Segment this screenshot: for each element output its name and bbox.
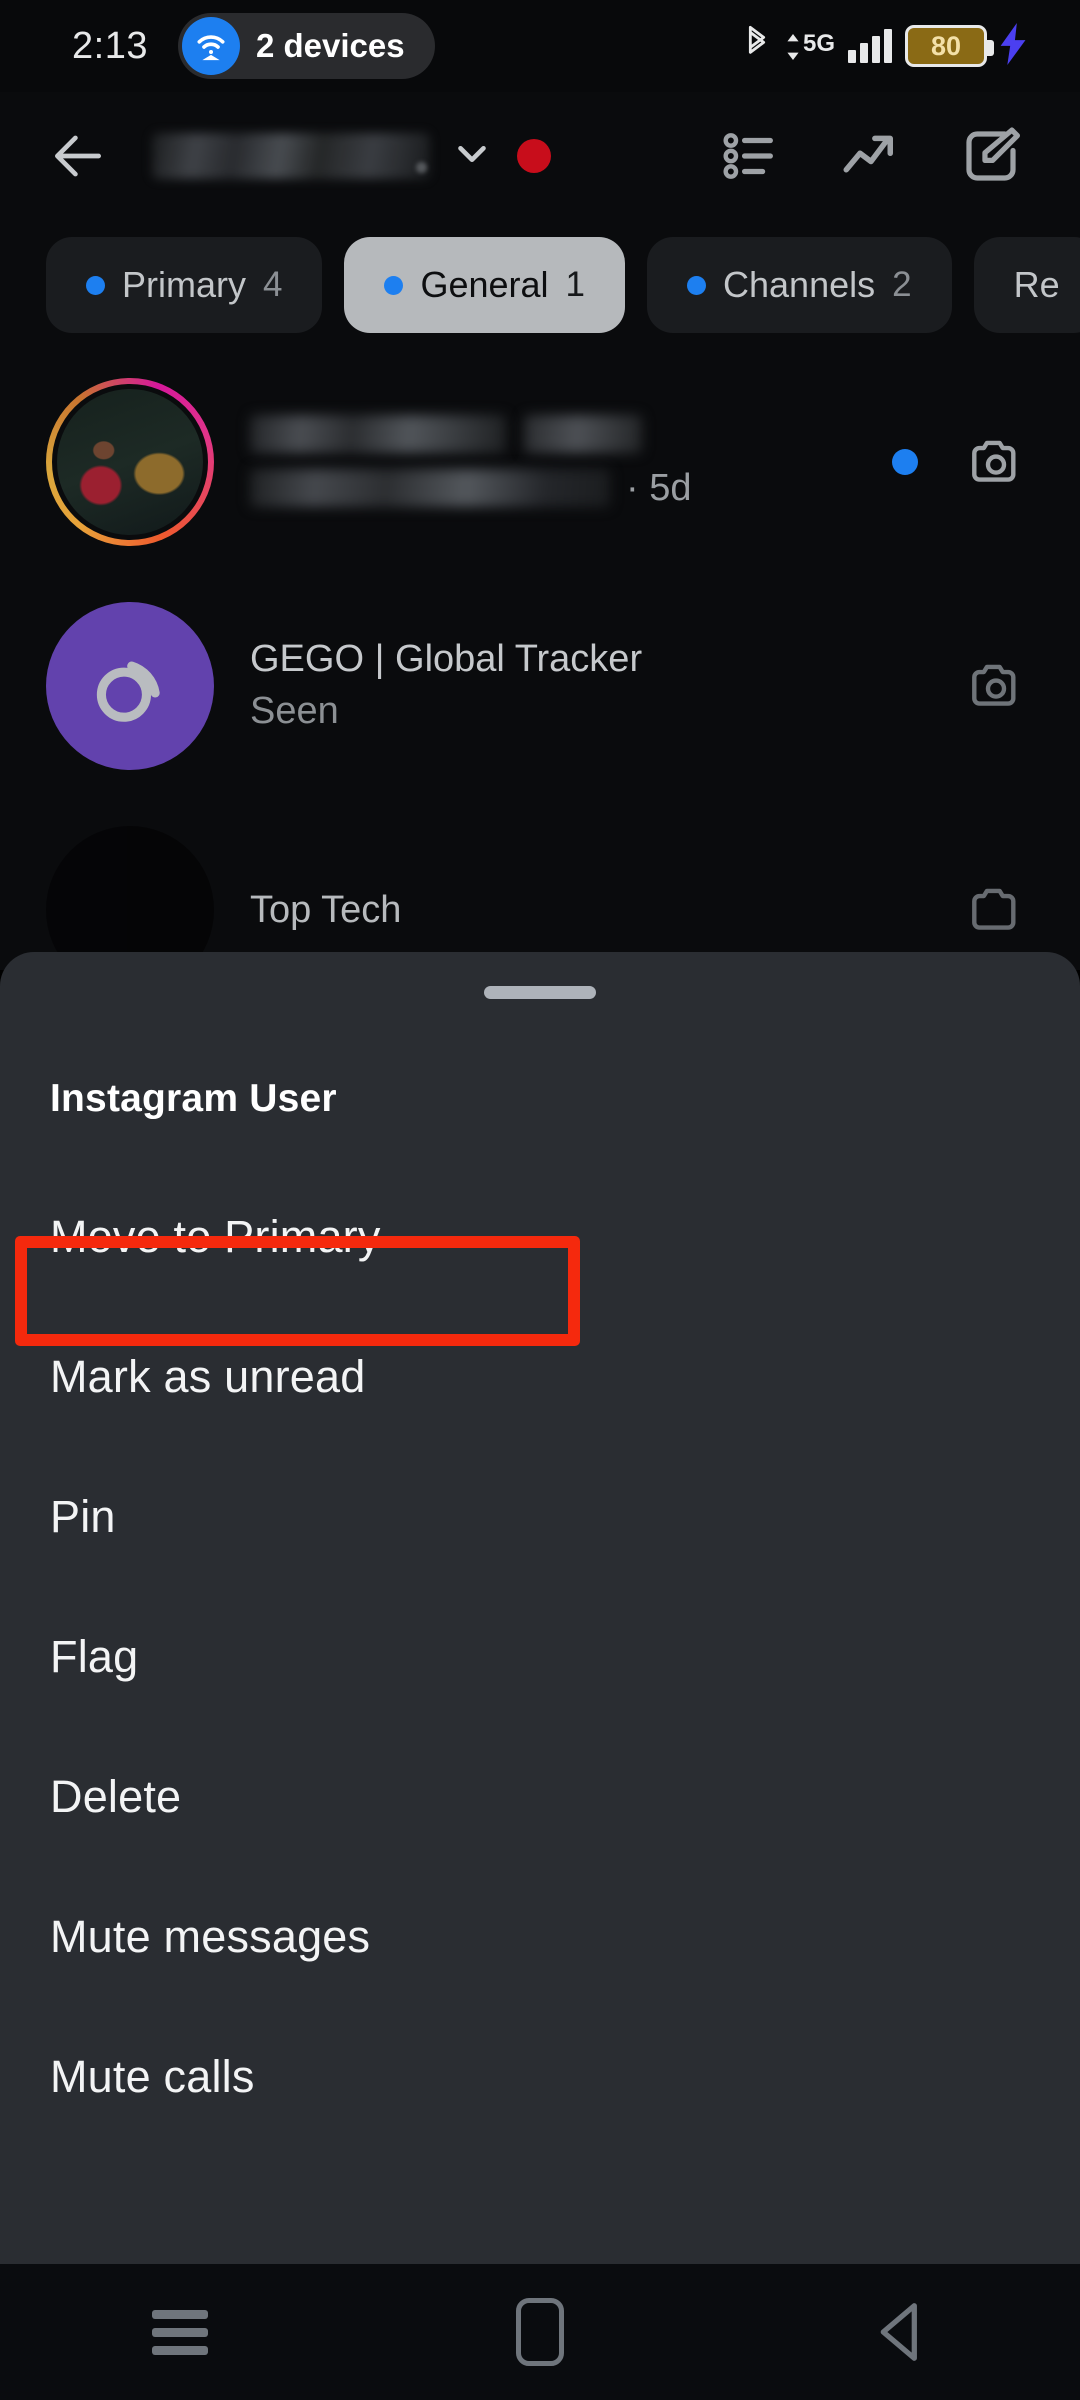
home-square-icon[interactable] bbox=[480, 2277, 600, 2387]
inbox-tab-bar[interactable]: Primary 4 General 1 Channels 2 Re bbox=[0, 220, 1080, 350]
menu-item-move-to-primary[interactable]: Move to Primary bbox=[0, 1167, 1080, 1307]
trending-up-icon[interactable] bbox=[838, 123, 904, 189]
purple-spiral-logo-avatar[interactable] bbox=[46, 602, 214, 770]
tab-label: Re bbox=[1013, 264, 1060, 305]
tab-count: 2 bbox=[892, 265, 912, 304]
chat-text: GEGO | Global Tracker Seen bbox=[250, 636, 918, 737]
status-clock: 2:13 bbox=[72, 24, 148, 67]
chat-preview-redacted bbox=[250, 469, 610, 507]
compose-edit-icon[interactable] bbox=[958, 123, 1024, 189]
camera-icon[interactable] bbox=[958, 648, 1034, 724]
menu-item-flag[interactable]: Flag bbox=[0, 1587, 1080, 1727]
chat-list: · 5d GEGO | Global Tracker Seen Top Tech bbox=[0, 350, 1080, 994]
account-switcher[interactable] bbox=[152, 131, 551, 182]
chat-name-redacted-2 bbox=[524, 414, 642, 453]
menu-item-delete[interactable]: Delete bbox=[0, 1727, 1080, 1867]
network-type-label: 5G bbox=[802, 30, 835, 57]
tab-label: Channels bbox=[723, 264, 876, 305]
android-nav-bar bbox=[0, 2262, 1080, 2400]
tab-channels[interactable]: Channels 2 bbox=[647, 237, 952, 333]
tab-requests[interactable]: Re bbox=[973, 237, 1080, 333]
tab-label: General bbox=[420, 264, 549, 305]
menu-item-mark-as-unread[interactable]: Mark as unread bbox=[0, 1307, 1080, 1447]
list-item[interactable]: GEGO | Global Tracker Seen bbox=[0, 574, 1080, 798]
chat-name: GEGO | Global Tracker bbox=[250, 637, 643, 680]
chat-name: Top Tech bbox=[250, 888, 402, 931]
tab-dot-icon bbox=[384, 275, 404, 295]
unread-dot-badge bbox=[892, 449, 918, 475]
username-redacted bbox=[152, 133, 430, 179]
data-transfer-arrows-icon: 5G bbox=[785, 32, 835, 60]
action-menu: Move to Primary Mark as unread Pin Flag … bbox=[0, 1167, 1080, 2147]
red-dot-badge bbox=[517, 139, 551, 173]
app-header bbox=[0, 92, 1080, 220]
camera-icon[interactable] bbox=[958, 424, 1034, 500]
hamburger-recents-icon[interactable] bbox=[120, 2277, 240, 2387]
battery-percent-label: 80 bbox=[930, 30, 962, 61]
tab-label: Primary bbox=[122, 264, 246, 305]
status-bar: 2:13 2 devices 5G 80 bbox=[0, 0, 1080, 92]
chat-text: Top Tech bbox=[250, 887, 918, 933]
story-ring-photo-avatar[interactable] bbox=[46, 378, 214, 546]
hotspot-devices-chip[interactable]: 2 devices bbox=[177, 13, 435, 79]
header-actions bbox=[718, 123, 1024, 189]
menu-item-mute-messages[interactable]: Mute messages bbox=[0, 1867, 1080, 2007]
chat-text: · 5d bbox=[250, 414, 864, 510]
username-trailing-dot bbox=[416, 162, 427, 173]
bluetooth-icon bbox=[742, 24, 772, 69]
status-icons: 5G 80 bbox=[742, 22, 1028, 70]
tab-dot-icon bbox=[86, 275, 105, 295]
back-triangle-icon[interactable] bbox=[840, 2277, 960, 2387]
avatar bbox=[52, 384, 208, 540]
menu-item-pin[interactable]: Pin bbox=[0, 1447, 1080, 1587]
charging-bolt-icon bbox=[1000, 22, 1028, 70]
tab-primary[interactable]: Primary 4 bbox=[46, 237, 323, 333]
back-arrow-icon[interactable] bbox=[42, 120, 114, 192]
battery-indicator: 80 bbox=[905, 25, 994, 67]
hotspot-chip-label: 2 devices bbox=[255, 27, 405, 64]
list-icon[interactable] bbox=[718, 123, 784, 189]
tab-count: 1 bbox=[565, 265, 586, 304]
list-item[interactable]: · 5d bbox=[0, 350, 1080, 574]
tab-count: 4 bbox=[263, 265, 283, 304]
camera-icon[interactable] bbox=[958, 872, 1034, 948]
wifi-hotspot-icon bbox=[181, 17, 240, 75]
sheet-title: Instagram User bbox=[50, 1077, 337, 1120]
signal-bars-icon bbox=[848, 29, 892, 63]
tab-dot-icon bbox=[687, 275, 707, 295]
drag-handle[interactable] bbox=[484, 986, 596, 999]
context-action-sheet: Instagram User Move to Primary Mark as u… bbox=[0, 952, 1080, 2262]
chat-name-redacted bbox=[250, 414, 506, 453]
tab-general[interactable]: General 1 bbox=[344, 237, 626, 333]
chevron-down-icon[interactable] bbox=[449, 131, 495, 182]
chat-preview: Seen bbox=[250, 689, 339, 732]
chat-timestamp: · 5d bbox=[626, 466, 692, 509]
menu-item-mute-calls[interactable]: Mute calls bbox=[0, 2007, 1080, 2147]
